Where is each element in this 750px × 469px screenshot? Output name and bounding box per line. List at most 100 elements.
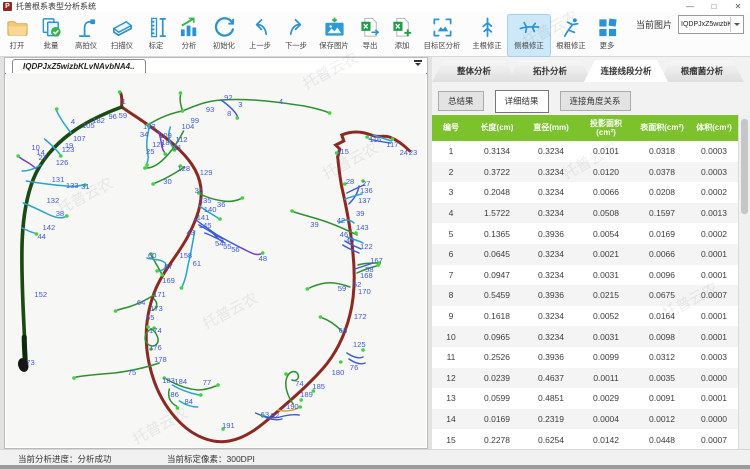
target-area-analysis-button[interactable]: 目标区分析 <box>418 15 466 56</box>
svg-text:59: 59 <box>119 111 127 120</box>
root-canvas[interactable]: 1923938496591821054107191231014271261311… <box>6 73 426 447</box>
total-result-button[interactable]: 总结果 <box>438 91 484 111</box>
connection-angle-button[interactable]: 连接角度关系 <box>560 91 631 111</box>
svg-text:1: 1 <box>122 97 126 106</box>
open-button[interactable]: 打开 <box>0 15 34 56</box>
analysis-tab-bar: 整体分析 拓扑分析 连接线段分析 根瘤菌分析 <box>432 60 750 82</box>
table-cell: 11 <box>432 352 470 362</box>
tab-overall-analysis[interactable]: 整体分析 <box>432 60 516 82</box>
table-cell: 0.3234 <box>524 187 578 197</box>
minimize-button[interactable]: — <box>678 0 702 13</box>
initialize-button[interactable]: 初始化 <box>206 15 242 56</box>
table-scrollbar[interactable] <box>738 115 750 449</box>
lateral-root-correction-button[interactable]: 侧根修正 <box>508 15 550 56</box>
table-cell: 0.2278 <box>470 435 524 445</box>
maximize-button[interactable]: □ <box>702 0 726 13</box>
table-cell: 0.0599 <box>470 393 524 403</box>
svg-text:152: 152 <box>34 290 47 299</box>
close-button[interactable]: ✕ <box>726 0 750 13</box>
table-cell: 12 <box>432 373 470 383</box>
doc-camera-button[interactable]: 高拍仪 <box>68 15 104 56</box>
svg-text:96: 96 <box>108 112 116 121</box>
app-title: 托普根系表型分析系统 <box>16 1 96 12</box>
scanner-button[interactable]: 扫描仪 <box>104 15 140 56</box>
table-cell: 0.0312 <box>634 352 690 362</box>
previous-step-button[interactable]: 上一步 <box>242 15 278 56</box>
table-cell: 0.2319 <box>524 414 578 424</box>
tab-rhizobium-analysis[interactable]: 根瘤菌分析 <box>660 60 744 82</box>
svg-text:185: 185 <box>312 382 325 391</box>
table-cell: 0.3936 <box>524 352 578 362</box>
svg-text:84: 84 <box>185 397 193 406</box>
current-image-label: 当前图片 <box>636 18 672 31</box>
table-cell: 7 <box>432 270 470 280</box>
svg-text:59: 59 <box>338 284 346 293</box>
toolbar: 打开 批量 高拍仪 扫描仪 标定 分析 初始化 上一步 下一步 保存图片 导出 <box>0 13 750 57</box>
save-image-button[interactable]: 保存图片 <box>314 15 354 56</box>
current-image-dropdown[interactable]: IQDPJxZ5wizbK <box>678 15 744 34</box>
root-thickness-icon <box>560 16 583 39</box>
table-cell: 0.2526 <box>470 352 524 362</box>
viewer-image-tab[interactable]: IQDPJxZ5wizbKLvNAvbNA4.. <box>12 59 146 73</box>
col-header-diameter: 直径(mm) <box>524 123 578 132</box>
svg-text:92: 92 <box>271 411 279 420</box>
table-cell: 0.1597 <box>634 208 690 218</box>
detailed-result-button[interactable]: 详细结果 <box>495 90 549 113</box>
table-scrollbar-thumb[interactable] <box>741 119 748 214</box>
more-grid-icon <box>596 16 619 39</box>
next-step-button[interactable]: 下一步 <box>278 15 314 56</box>
table-cell: 0.0318 <box>634 146 690 156</box>
viewer-tab-menu-button[interactable] <box>413 60 423 69</box>
analyze-button[interactable]: 分析 <box>172 15 206 56</box>
table-cell: 0.0448 <box>634 435 690 445</box>
batch-button[interactable]: 批量 <box>34 15 68 56</box>
table-cell: 0.0000 <box>690 414 738 424</box>
table-row: 20.37220.32340.01200.03780.0003 <box>432 162 738 183</box>
add-button[interactable]: 添加 <box>386 15 418 56</box>
svg-text:173: 173 <box>150 304 163 313</box>
svg-text:8: 8 <box>227 109 231 118</box>
table-cell: 0.0066 <box>578 187 634 197</box>
table-cell: 1.5722 <box>470 208 524 218</box>
table-cell: 14 <box>432 414 470 424</box>
tab-topology-analysis[interactable]: 拓扑分析 <box>508 60 592 82</box>
svg-text:65: 65 <box>146 313 154 322</box>
table-cell: 0.0007 <box>690 435 738 445</box>
svg-text:128: 128 <box>177 164 190 173</box>
table-cell: 13 <box>432 393 470 403</box>
svg-text:3: 3 <box>238 100 242 109</box>
svg-text:126: 126 <box>56 158 69 167</box>
table-cell: 0.0004 <box>578 414 634 424</box>
svg-text:64: 64 <box>137 298 145 307</box>
tab-segment-analysis[interactable]: 连接线段分析 <box>584 60 668 82</box>
table-cell: 0.0098 <box>634 332 690 342</box>
chevron-down-icon[interactable] <box>730 17 743 32</box>
export-button[interactable]: 导出 <box>354 15 386 56</box>
svg-text:27: 27 <box>362 179 370 188</box>
calibrate-button[interactable]: 标定 <box>140 15 172 56</box>
window-bottom-edge <box>0 465 750 469</box>
table-cell: 0.0021 <box>578 249 634 259</box>
root-thickness-correction-button[interactable]: 根粗修正 <box>550 15 592 56</box>
status-bar: 当前分析进度：分析成功 当前标定像素：300DPI <box>0 449 750 465</box>
save-image-icon <box>323 16 346 39</box>
table-row: 90.16180.32340.00520.01640.0001 <box>432 306 738 327</box>
table-cell: 0.0091 <box>634 393 690 403</box>
table-row: 140.01690.23190.00040.00120.0000 <box>432 409 738 430</box>
svg-text:143: 143 <box>356 223 369 232</box>
table-row: 30.20480.32340.00660.02080.0002 <box>432 182 738 203</box>
more-button[interactable]: 更多 <box>592 15 622 56</box>
svg-text:31: 31 <box>81 182 89 191</box>
svg-text:132: 132 <box>47 196 60 205</box>
svg-text:142: 142 <box>43 223 56 232</box>
table-cell: 2 <box>432 167 470 177</box>
table-cell: 0.3936 <box>524 290 578 300</box>
table-cell: 4 <box>432 208 470 218</box>
svg-text:60: 60 <box>148 251 156 260</box>
svg-text:92: 92 <box>224 93 232 102</box>
main-root-correction-button[interactable]: 主根修正 <box>466 15 508 56</box>
svg-text:34: 34 <box>140 130 148 139</box>
svg-text:171: 171 <box>153 290 166 299</box>
segment-number-labels: 1923938496591821054107191231014271261311… <box>26 93 417 430</box>
table-header-row: 编号 长度(cm) 直径(mm) 投影面积 (cm²) 表面积(cm²) 体积(… <box>432 115 738 141</box>
